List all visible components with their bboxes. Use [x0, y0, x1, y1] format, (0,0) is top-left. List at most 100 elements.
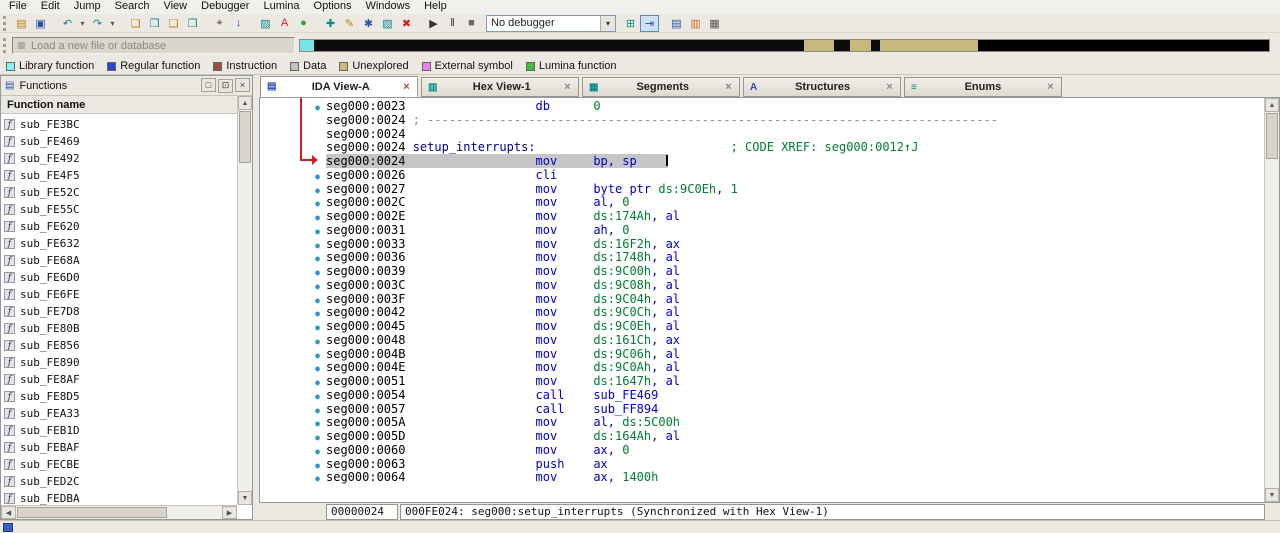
- debugger-windows-icon[interactable]: ⇥: [640, 15, 659, 32]
- tab-close-icon[interactable]: ×: [561, 81, 574, 93]
- menu-lumina[interactable]: Lumina: [256, 0, 306, 14]
- band-segment-6[interactable]: [880, 40, 978, 51]
- navigate-back-menu-icon[interactable]: ▾: [77, 15, 88, 32]
- disasm-line[interactable]: ●seg000:0023 db 0: [260, 100, 1264, 114]
- function-list-item[interactable]: fsub_FE80B: [1, 320, 237, 337]
- tab-close-icon[interactable]: ×: [1044, 81, 1057, 93]
- disasm-line[interactable]: seg000:0024 ; --------------------------…: [260, 114, 1264, 128]
- disasm-line[interactable]: ●seg000:002E mov ds:174Ah, al: [260, 210, 1264, 224]
- function-list-item[interactable]: fsub_FE68A: [1, 252, 237, 269]
- function-list-item[interactable]: fsub_FED2C: [1, 473, 237, 490]
- band-segment-2[interactable]: [804, 40, 834, 51]
- disasm-line[interactable]: ●seg000:004E mov ds:9C0Ah, al: [260, 361, 1264, 375]
- disasm-line[interactable]: ●seg000:0057 call sub_FF894: [260, 403, 1264, 417]
- cancel-analysis-icon[interactable]: ✖: [397, 15, 416, 32]
- tab-close-icon[interactable]: ×: [722, 81, 735, 93]
- scrollbar-thumb[interactable]: [1266, 113, 1278, 159]
- scroll-up-icon[interactable]: ▲: [238, 96, 252, 110]
- attach-process-icon[interactable]: ⊞: [621, 15, 640, 32]
- navigation-band[interactable]: [299, 39, 1270, 52]
- disasm-line[interactable]: ●seg000:0031 mov ah, 0: [260, 224, 1264, 238]
- disasm-line[interactable]: ●seg000:0048 mov ds:161Ch, ax: [260, 334, 1264, 348]
- modules-window-icon[interactable]: ▥: [686, 15, 705, 32]
- function-list-item[interactable]: fsub_FE632: [1, 235, 237, 252]
- menu-edit[interactable]: Edit: [34, 0, 67, 14]
- band-segment-7[interactable]: [978, 40, 1269, 51]
- windows-list-icon[interactable]: ❑: [164, 15, 183, 32]
- band-segment-4[interactable]: [850, 40, 870, 51]
- close-button[interactable]: ×: [235, 78, 250, 92]
- disasm-line[interactable]: ●seg000:0042 mov ds:9C0Ch, al: [260, 306, 1264, 320]
- scrollbar-thumb[interactable]: [239, 111, 251, 163]
- navigate-forward-icon[interactable]: ↷: [88, 15, 107, 32]
- debugger-combo[interactable]: No debugger▾: [486, 15, 616, 32]
- tab-hex-view-1[interactable]: ▥Hex View-1×: [421, 77, 579, 97]
- disasm-line[interactable]: ●seg000:0033 mov ds:16F2h, ax: [260, 238, 1264, 252]
- disasm-line[interactable]: seg000:0024 mov bp, sp: [260, 155, 1264, 169]
- disasm-line[interactable]: ●seg000:0045 mov ds:9C0Eh, al: [260, 320, 1264, 334]
- save-database-icon[interactable]: ▣: [31, 15, 50, 32]
- tab-structures[interactable]: AStructures×: [743, 77, 901, 97]
- function-list-item[interactable]: fsub_FE4F5: [1, 167, 237, 184]
- stack-view-icon[interactable]: ▦: [705, 15, 724, 32]
- disasm-line[interactable]: ●seg000:0026 cli: [260, 169, 1264, 183]
- output-window-icon[interactable]: [3, 523, 13, 532]
- disasm-line[interactable]: ●seg000:003F mov ds:9C04h, al: [260, 293, 1264, 307]
- disasm-line[interactable]: seg000:0024 setup_interrupts: ; CODE XRE…: [260, 141, 1264, 155]
- disasm-line[interactable]: ●seg000:0064 mov ax, 1400h: [260, 471, 1264, 485]
- function-list-item[interactable]: fsub_FE8AF: [1, 371, 237, 388]
- menu-windows[interactable]: Windows: [358, 0, 417, 14]
- tab-enums[interactable]: ≡Enums×: [904, 77, 1062, 97]
- function-list-item[interactable]: fsub_FEA33: [1, 405, 237, 422]
- flowchart-icon[interactable]: ▨: [256, 15, 275, 32]
- function-list-item[interactable]: fsub_FE6D0: [1, 269, 237, 286]
- stop-process-icon[interactable]: ■: [462, 15, 481, 32]
- open-subviews-icon[interactable]: ❐: [145, 15, 164, 32]
- disasm-line[interactable]: ●seg000:0039 mov ds:9C00h, al: [260, 265, 1264, 279]
- disasm-line[interactable]: ●seg000:0060 mov ax, 0: [260, 444, 1264, 458]
- scroll-down-icon[interactable]: ▼: [1265, 488, 1279, 502]
- band-segment-0[interactable]: [300, 40, 314, 51]
- watch-window-icon[interactable]: ▤: [667, 15, 686, 32]
- scroll-down-icon[interactable]: ▼: [238, 491, 252, 505]
- tab-close-icon[interactable]: ×: [883, 81, 896, 93]
- disasm-line[interactable]: ●seg000:002C mov al, 0: [260, 196, 1264, 210]
- function-list-item[interactable]: fsub_FE856: [1, 337, 237, 354]
- functions-vertical-scrollbar[interactable]: ▲ ▼: [237, 96, 252, 505]
- create-function-icon[interactable]: ✚: [321, 15, 340, 32]
- text-view-icon[interactable]: A: [275, 15, 294, 32]
- scrollbar-track[interactable]: [1265, 160, 1279, 488]
- navigate-back-icon[interactable]: ↶: [58, 15, 77, 32]
- disassembly-code[interactable]: ●seg000:0023 db 0seg000:0024 ; ---------…: [260, 98, 1264, 502]
- jump-next-icon[interactable]: ↓: [229, 15, 248, 32]
- menu-options[interactable]: Options: [307, 0, 359, 14]
- disasm-line[interactable]: ●seg000:0036 mov ds:1748h, al: [260, 251, 1264, 265]
- menu-search[interactable]: Search: [108, 0, 157, 14]
- disasm-line[interactable]: ●seg000:005A mov al, ds:5C00h: [260, 416, 1264, 430]
- menu-file[interactable]: File: [2, 0, 34, 14]
- lumina-icon[interactable]: ●: [294, 15, 313, 32]
- toolbar-drag-handle[interactable]: [3, 16, 7, 31]
- function-list-item[interactable]: fsub_FE7D8: [1, 303, 237, 320]
- disassembly-vertical-scrollbar[interactable]: ▲ ▼: [1264, 98, 1279, 502]
- navband-drag-handle[interactable]: [3, 38, 7, 53]
- start-process-icon[interactable]: ▶: [424, 15, 443, 32]
- function-list-item[interactable]: fsub_FE469: [1, 133, 237, 150]
- function-list-item[interactable]: fsub_FE890: [1, 354, 237, 371]
- functions-horizontal-scrollbar[interactable]: ◀ ▶: [1, 505, 237, 519]
- tab-segments[interactable]: ▦Segments×: [582, 77, 740, 97]
- produce-file-icon[interactable]: ▧: [378, 15, 397, 32]
- function-list-item[interactable]: fsub_FECBE: [1, 456, 237, 473]
- recent-windows-icon[interactable]: ❏: [126, 15, 145, 32]
- function-list-item[interactable]: fsub_FEB1D: [1, 422, 237, 439]
- function-list-item[interactable]: fsub_FE8D5: [1, 388, 237, 405]
- disasm-line[interactable]: ●seg000:0063 push ax: [260, 458, 1264, 472]
- function-name-column-header[interactable]: Function name: [1, 96, 237, 114]
- band-segment-5[interactable]: [871, 40, 881, 51]
- open-file-icon[interactable]: ▤: [12, 15, 31, 32]
- float-button[interactable]: ⊡: [218, 79, 233, 93]
- function-list-item[interactable]: fsub_FE492: [1, 150, 237, 167]
- menu-debugger[interactable]: Debugger: [194, 0, 256, 14]
- function-list-item[interactable]: fsub_FEBAF: [1, 439, 237, 456]
- load-file-hint[interactable]: Load a new file or database: [12, 37, 295, 54]
